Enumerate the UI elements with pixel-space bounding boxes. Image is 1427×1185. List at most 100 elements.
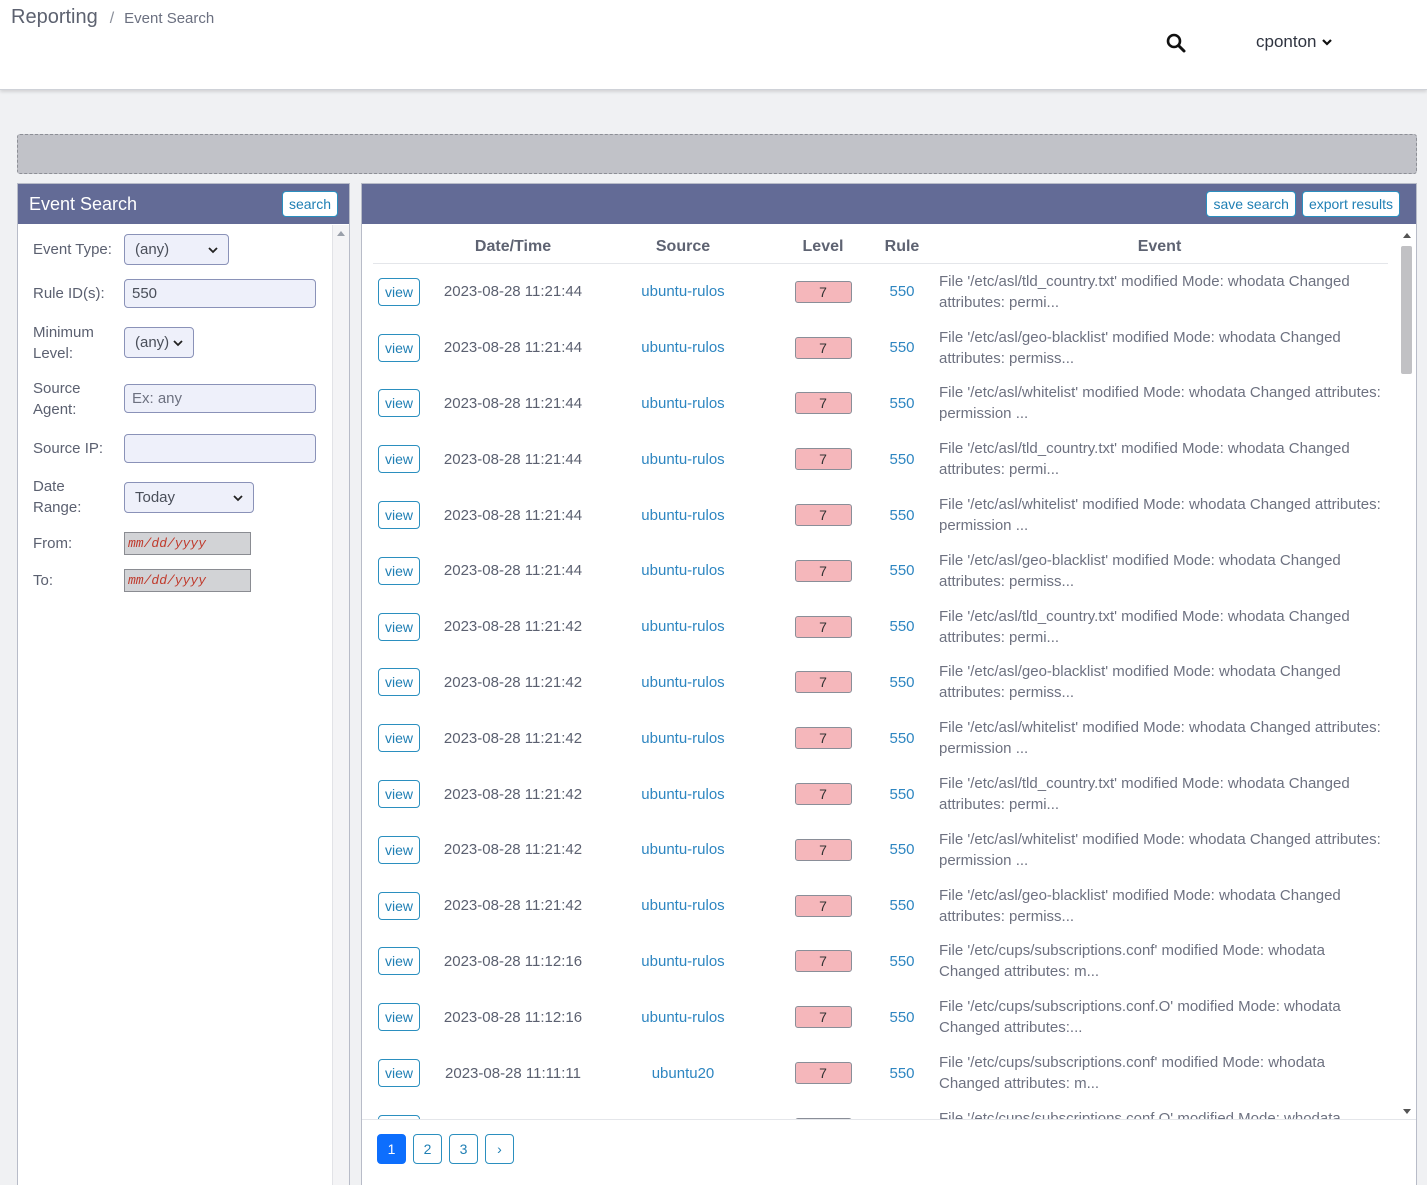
to-date-input[interactable]: mm/dd/yyyy — [124, 569, 251, 592]
row-source-link[interactable]: ubuntu-rulos — [641, 562, 724, 579]
row-rule-link[interactable]: 550 — [889, 1009, 914, 1026]
row-rule-link[interactable]: 550 — [889, 451, 914, 468]
view-button[interactable]: view — [378, 277, 421, 306]
view-button[interactable]: view — [378, 780, 421, 809]
scroll-up-arrow-icon[interactable] — [1403, 233, 1411, 238]
row-rule-cell: 550 — [873, 841, 931, 858]
row-source-link[interactable]: ubuntu-rulos — [641, 618, 724, 635]
row-source-link[interactable]: ubuntu-rulos — [641, 953, 724, 970]
row-source-link[interactable]: ubuntu-rulos — [641, 786, 724, 803]
row-event: File '/etc/asl/whitelist' modified Mode:… — [939, 384, 1381, 423]
row-level-cell: 7 — [773, 615, 873, 638]
scroll-up-arrow-icon[interactable] — [337, 231, 345, 236]
table-row: view 2023-08-28 11:12:16 ubuntu-rulos 7 550 F… — [373, 989, 1388, 1045]
row-datetime: 2023-08-28 11:21:42 — [443, 897, 583, 915]
row-source-link[interactable]: ubuntu-rulos — [641, 339, 724, 356]
row-rule-link[interactable]: 550 — [889, 953, 914, 970]
date-range-label: Date Range: — [33, 478, 82, 516]
view-button[interactable]: view — [378, 612, 421, 641]
view-button[interactable]: view — [378, 445, 421, 474]
row-source-cell: ubuntu-rulos — [593, 953, 773, 970]
row-rule-link[interactable]: 550 — [889, 786, 914, 803]
table-row: view 2023-08-28 11:21:44 ubuntu-rulos 7 550 F… — [373, 543, 1388, 599]
row-rule-cell: 550 — [873, 618, 931, 635]
page-button-1[interactable]: 1 — [377, 1134, 406, 1164]
source-ip-input[interactable] — [124, 434, 316, 463]
scrollbar-thumb[interactable] — [1401, 246, 1412, 374]
results-scrollbar[interactable] — [1398, 230, 1415, 1120]
view-button[interactable]: view — [378, 389, 421, 418]
row-event: File '/etc/asl/whitelist' modified Mode:… — [939, 719, 1381, 758]
date-range-select[interactable]: Today — [124, 482, 254, 513]
row-rule-link[interactable]: 550 — [889, 395, 914, 412]
column-header-event[interactable]: Event — [931, 238, 1388, 256]
row-rule-link[interactable]: 550 — [889, 1065, 914, 1082]
view-button[interactable]: view — [378, 724, 421, 753]
view-button[interactable]: view — [378, 1059, 421, 1088]
view-button[interactable]: view — [378, 668, 421, 697]
view-cell: view — [373, 891, 433, 920]
save-search-button[interactable]: save search — [1206, 191, 1296, 217]
row-source-link[interactable]: ubuntu-rulos — [641, 730, 724, 747]
row-source-link[interactable]: ubuntu-rulos — [641, 674, 724, 691]
row-rule-link[interactable]: 550 — [889, 674, 914, 691]
row-rule-link[interactable]: 550 — [889, 897, 914, 914]
row-rule-link[interactable]: 550 — [889, 339, 914, 356]
column-header-level[interactable]: Level — [773, 238, 873, 256]
view-button[interactable]: view — [378, 556, 421, 585]
row-datetime: 2023-08-28 11:11:11 — [445, 1064, 581, 1082]
view-button[interactable]: view — [378, 1003, 421, 1032]
row-source-cell: ubuntu-rulos — [593, 395, 773, 412]
export-results-button[interactable]: export results — [1301, 191, 1400, 217]
rule-ids-input[interactable]: 550 — [124, 279, 316, 308]
view-button[interactable]: view — [378, 333, 421, 362]
search-button[interactable]: search — [281, 191, 338, 217]
source-agent-input[interactable]: Ex: any — [124, 384, 316, 413]
row-rule-link[interactable]: 550 — [889, 841, 914, 858]
view-button[interactable]: view — [378, 947, 421, 976]
from-date-input[interactable]: mm/dd/yyyy — [124, 532, 251, 555]
view-button[interactable]: view — [378, 891, 421, 920]
view-cell: view — [373, 556, 433, 585]
page-button-2[interactable]: 2 — [413, 1134, 442, 1164]
row-event: File '/etc/asl/whitelist' modified Mode:… — [939, 830, 1381, 869]
row-rule-link[interactable]: 550 — [889, 618, 914, 635]
view-button[interactable]: view — [378, 835, 421, 864]
row-datetime: 2023-08-28 11:21:44 — [443, 450, 583, 468]
view-button[interactable]: view — [378, 501, 421, 530]
row-rule-cell: 550 — [873, 1065, 931, 1082]
search-icon[interactable] — [1165, 32, 1187, 54]
row-rule-cell: 550 — [873, 562, 931, 579]
row-source-cell: ubuntu-rulos — [593, 283, 773, 300]
row-level-cell: 7 — [773, 727, 873, 750]
chevron-down-icon — [233, 494, 243, 501]
row-source-link[interactable]: ubuntu20 — [652, 1065, 715, 1082]
row-datetime: 2023-08-28 11:21:42 — [443, 618, 583, 636]
user-menu[interactable]: cponton — [1256, 32, 1333, 52]
column-header-datetime[interactable]: Date/Time — [433, 238, 593, 256]
next-page-button[interactable]: › — [485, 1134, 514, 1164]
table-row: view 2023-08-28 11:21:42 ubuntu-rulos 7 550 F… — [373, 655, 1388, 711]
scroll-down-arrow-icon[interactable] — [1403, 1109, 1411, 1114]
level-badge: 7 — [794, 838, 852, 861]
row-rule-link[interactable]: 550 — [889, 283, 914, 300]
row-source-link[interactable]: ubuntu-rulos — [641, 507, 724, 524]
event-type-select[interactable]: (any) — [124, 234, 229, 265]
table-row: view 2023-08-28 11:21:42 ubuntu-rulos 7 550 F… — [373, 878, 1388, 934]
page-button-3[interactable]: 3 — [449, 1134, 478, 1164]
column-header-source[interactable]: Source — [593, 238, 773, 256]
row-rule-link[interactable]: 550 — [889, 507, 914, 524]
row-source-link[interactable]: ubuntu-rulos — [641, 1009, 724, 1026]
row-source-link[interactable]: ubuntu-rulos — [641, 451, 724, 468]
column-header-rule[interactable]: Rule — [873, 238, 931, 256]
min-level-select[interactable]: (any) — [124, 327, 194, 358]
row-source-link[interactable]: ubuntu-rulos — [641, 897, 724, 914]
row-source-link[interactable]: ubuntu-rulos — [641, 841, 724, 858]
left-scrollbar[interactable] — [332, 225, 349, 1185]
row-rule-link[interactable]: 550 — [889, 562, 914, 579]
min-level-value: (any) — [135, 334, 170, 351]
breadcrumb-root[interactable]: Reporting — [11, 6, 98, 29]
row-rule-link[interactable]: 550 — [889, 730, 914, 747]
row-source-link[interactable]: ubuntu-rulos — [641, 395, 724, 412]
row-source-link[interactable]: ubuntu-rulos — [641, 283, 724, 300]
